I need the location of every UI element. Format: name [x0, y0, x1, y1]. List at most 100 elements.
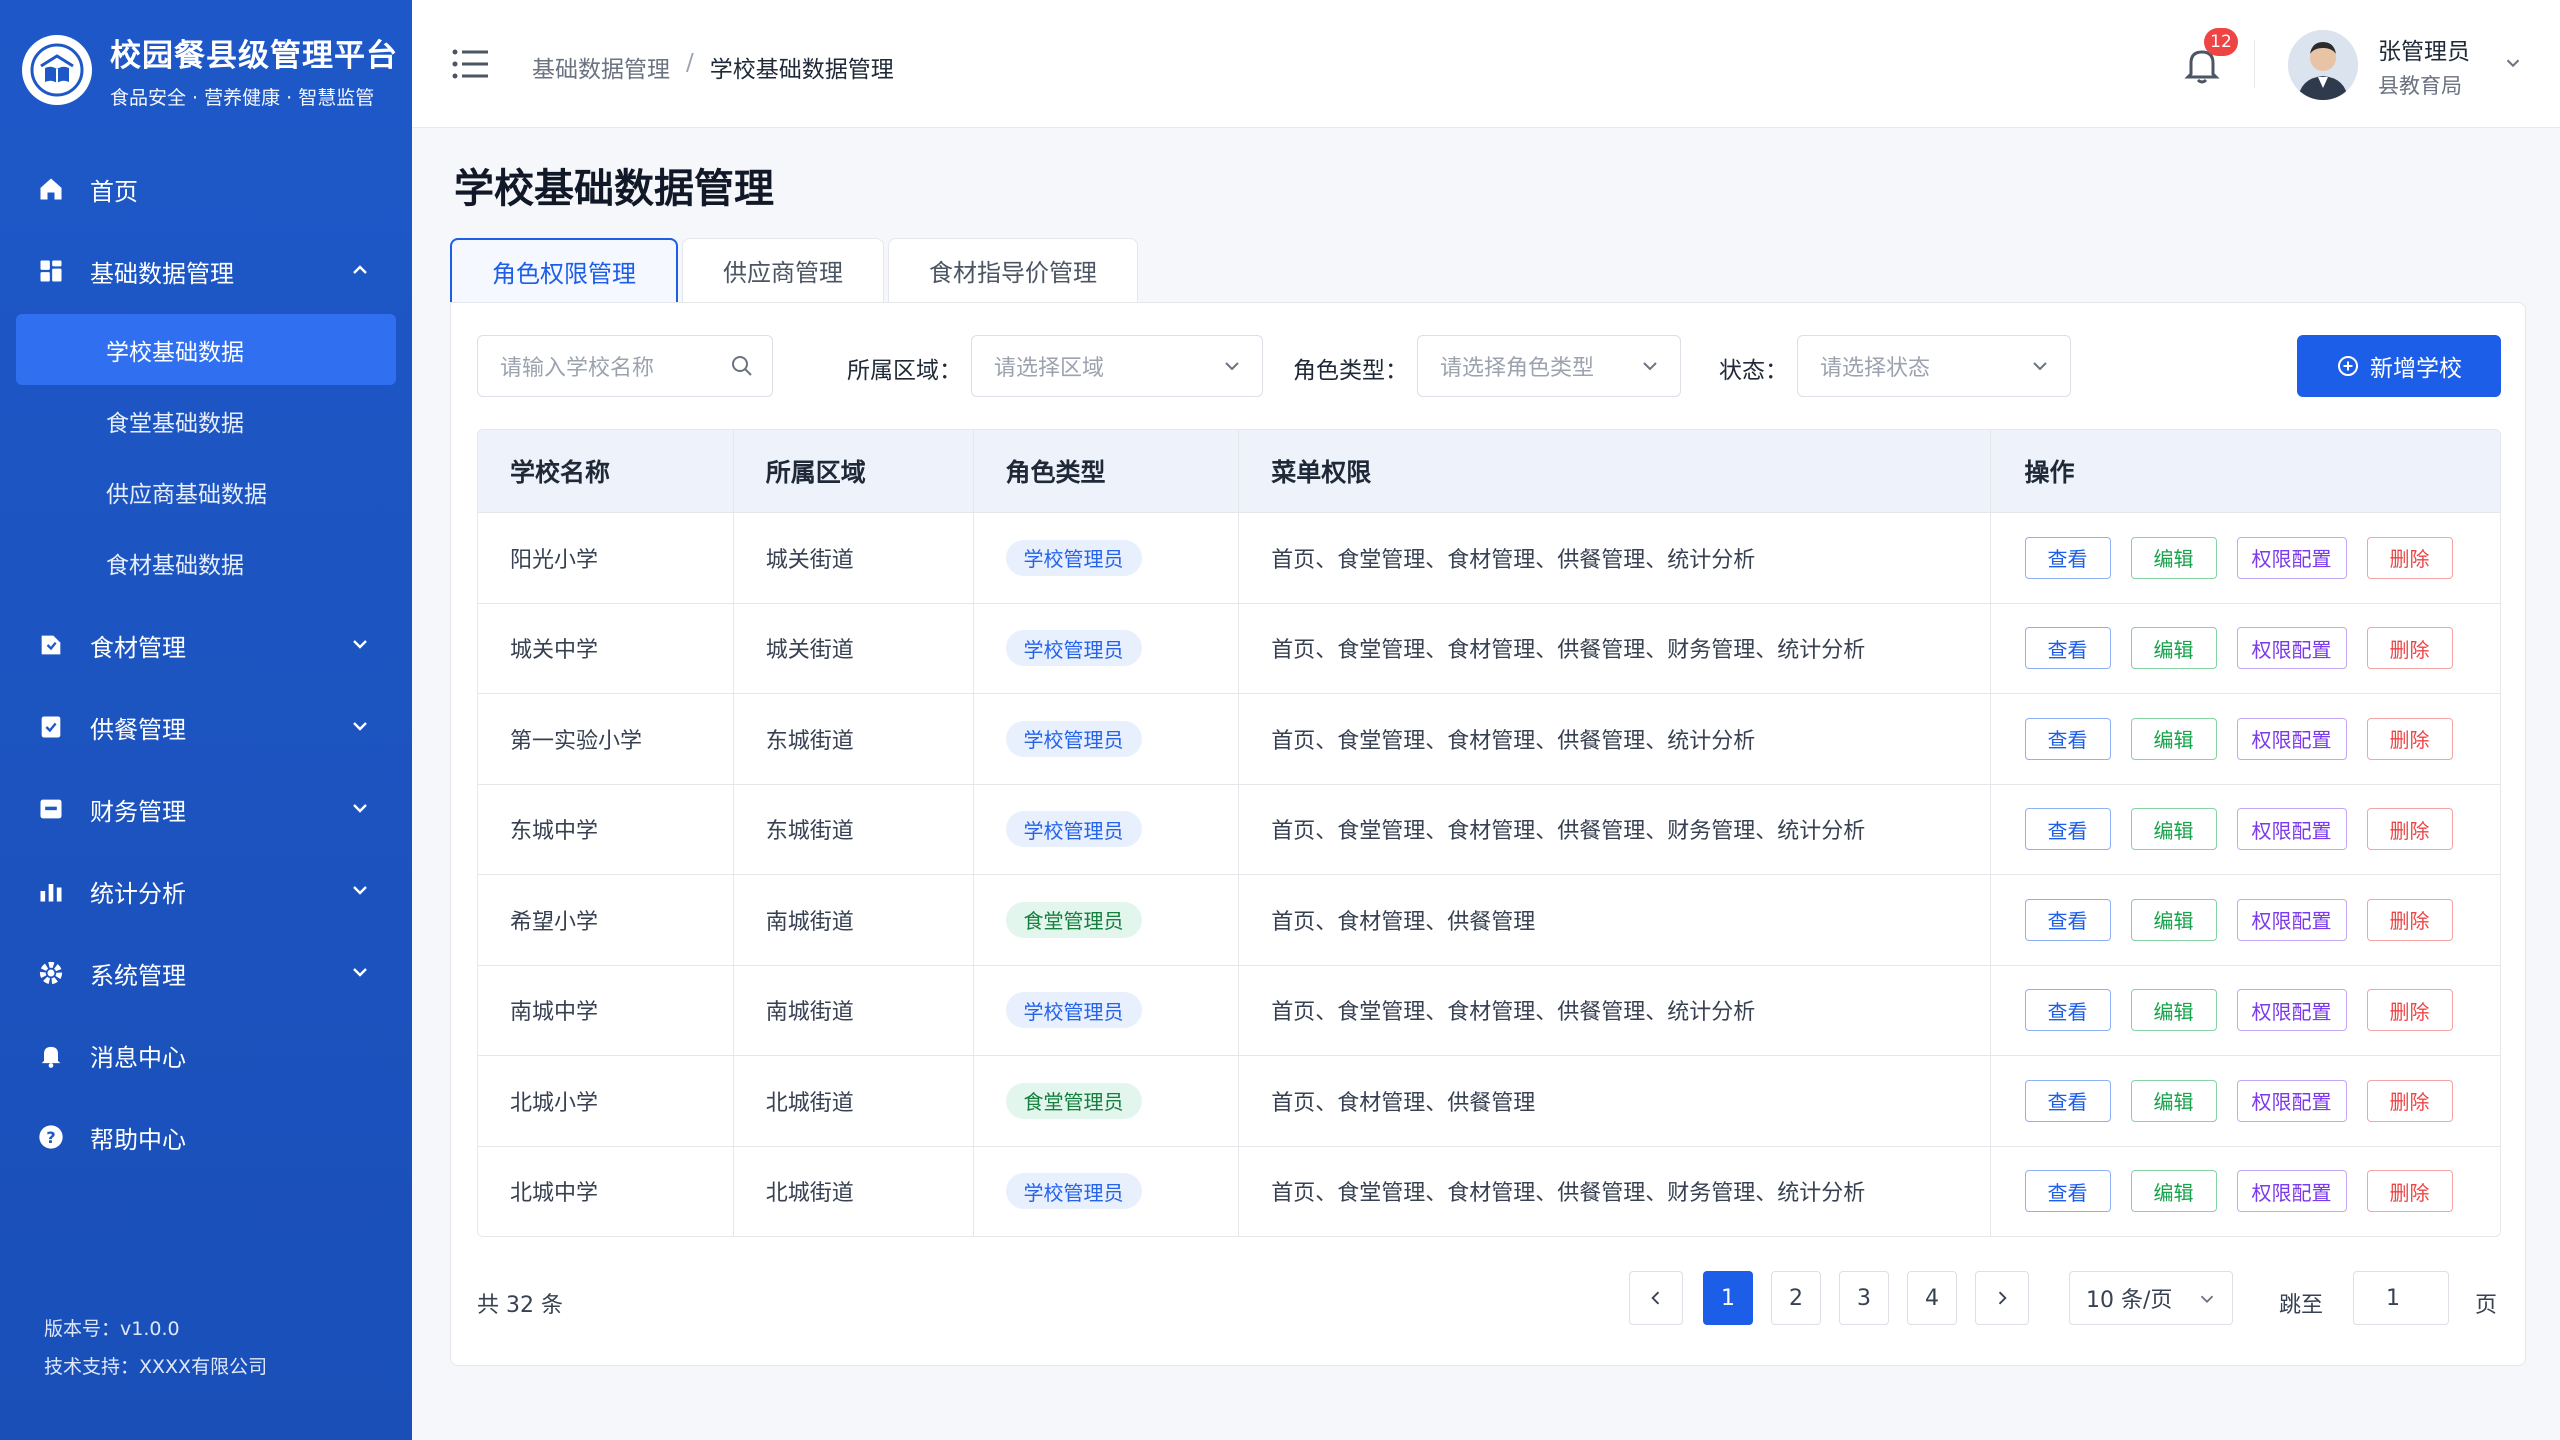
permission-config-button[interactable]: 权限配置	[2236, 717, 2347, 760]
edit-button[interactable]: 编辑	[2130, 1079, 2217, 1122]
cell-actions: 查看 编辑 权限配置 删除	[1991, 1056, 2500, 1146]
cell-region: 城关街道	[734, 603, 974, 693]
sidebar-item-finance-mgmt[interactable]: 财务管理	[0, 768, 412, 850]
edit-button[interactable]: 编辑	[2130, 627, 2217, 670]
permission-config-button[interactable]: 权限配置	[2236, 808, 2347, 851]
jump-page-input[interactable]: 1	[2353, 1271, 2449, 1325]
column-header-name: 学校名称	[478, 430, 734, 512]
user-menu-chevron-down-icon[interactable]	[2502, 52, 2524, 74]
page-button-1[interactable]: 1	[1703, 1271, 1753, 1325]
column-header-region: 所属区域	[734, 430, 974, 512]
status-select[interactable]: 请选择状态	[1797, 335, 2071, 397]
page-button-4[interactable]: 4	[1907, 1271, 1957, 1325]
sidebar-subitem-ingredient[interactable]: 食材基础数据	[16, 527, 396, 598]
permission-config-button[interactable]: 权限配置	[2236, 1079, 2347, 1122]
edit-button[interactable]: 编辑	[2130, 1170, 2217, 1213]
view-button[interactable]: 查看	[2024, 536, 2111, 579]
search-icon[interactable]	[730, 354, 754, 378]
page-size-select[interactable]: 10 条/页	[2069, 1271, 2233, 1325]
sidebar-item-messages[interactable]: 消息中心	[0, 1014, 412, 1096]
view-button[interactable]: 查看	[2024, 1170, 2111, 1213]
menu-toggle-icon[interactable]	[452, 48, 488, 80]
sidebar-item-label: 首页	[90, 177, 138, 206]
permission-config-button[interactable]: 权限配置	[2236, 1170, 2347, 1213]
tab-role-permission[interactable]: 角色权限管理	[450, 238, 678, 302]
tab-ingredient-price[interactable]: 食材指导价管理	[888, 238, 1138, 302]
chevron-down-icon	[2200, 1295, 2214, 1304]
sidebar-footer: 版本号：v1.0.0 技术支持：XXXX有限公司	[44, 1310, 267, 1386]
cell-role: 学校管理员	[974, 603, 1240, 693]
view-button[interactable]: 查看	[2024, 808, 2111, 851]
delete-button[interactable]: 删除	[2366, 536, 2453, 579]
edit-button[interactable]: 编辑	[2130, 717, 2217, 760]
permission-config-button[interactable]: 权限配置	[2236, 627, 2347, 670]
avatar[interactable]	[2288, 30, 2358, 100]
role-tag: 食堂管理员	[1005, 901, 1142, 938]
edit-button[interactable]: 编辑	[2130, 808, 2217, 851]
edit-button[interactable]: 编辑	[2130, 989, 2217, 1032]
delete-button[interactable]: 删除	[2366, 1170, 2453, 1213]
tab-supplier[interactable]: 供应商管理	[682, 238, 884, 302]
cell-actions: 查看 编辑 权限配置 删除	[1991, 1147, 2500, 1237]
sidebar-subitem-supplier[interactable]: 供应商基础数据	[16, 456, 396, 527]
cell-school-name: 第一实验小学	[478, 694, 734, 784]
cell-menu-permissions: 首页、食材管理、供餐管理	[1239, 1056, 1991, 1146]
role-tag: 食堂管理员	[1005, 1082, 1142, 1119]
role-tag: 学校管理员	[1005, 1173, 1142, 1210]
sidebar-item-home[interactable]: 首页	[0, 148, 412, 230]
sidebar-item-label: 系统管理	[90, 961, 186, 990]
cell-region: 北城街道	[734, 1146, 974, 1236]
add-school-button[interactable]: 新增学校	[2297, 335, 2501, 397]
column-header-menu: 菜单权限	[1239, 430, 1991, 512]
sidebar-item-system[interactable]: 系统管理	[0, 932, 412, 1014]
sidebar-subnav: 学校基础数据 食堂基础数据 供应商基础数据 食材基础数据	[0, 312, 412, 604]
permission-config-button[interactable]: 权限配置	[2236, 989, 2347, 1032]
view-button[interactable]: 查看	[2024, 989, 2111, 1032]
permission-config-button[interactable]: 权限配置	[2236, 536, 2347, 579]
page-button-3[interactable]: 3	[1839, 1271, 1889, 1325]
role-type-select[interactable]: 请选择角色类型	[1417, 335, 1681, 397]
sidebar-item-basic-data[interactable]: 基础数据管理	[0, 230, 412, 312]
sidebar-subitem-school[interactable]: 学校基础数据	[16, 314, 396, 385]
view-button[interactable]: 查看	[2024, 898, 2111, 941]
breadcrumb-parent[interactable]: 基础数据管理	[532, 50, 670, 84]
cell-actions: 查看 编辑 权限配置 删除	[1991, 513, 2500, 603]
school-search-input[interactable]: 请输入学校名称	[477, 335, 773, 397]
delete-button[interactable]: 删除	[2366, 717, 2453, 760]
region-select[interactable]: 请选择区域	[971, 335, 1263, 397]
edit-button[interactable]: 编辑	[2130, 898, 2217, 941]
school-logo-icon	[22, 35, 92, 105]
delete-button[interactable]: 删除	[2366, 989, 2453, 1032]
delete-button[interactable]: 删除	[2366, 808, 2453, 851]
cell-menu-permissions: 首页、食堂管理、食材管理、供餐管理、统计分析	[1239, 513, 1991, 603]
view-button[interactable]: 查看	[2024, 627, 2111, 670]
cell-school-name: 阳光小学	[478, 513, 734, 603]
sidebar-item-statistics[interactable]: 统计分析	[0, 850, 412, 932]
brand: 校园餐县级管理平台 食品安全 · 营养健康 · 智慧监管	[22, 30, 398, 110]
view-button[interactable]: 查看	[2024, 717, 2111, 760]
next-page-button[interactable]	[1975, 1271, 2029, 1325]
page-size-value: 10 条/页	[2086, 1288, 2173, 1313]
permission-config-button[interactable]: 权限配置	[2236, 898, 2347, 941]
header-divider	[2254, 40, 2255, 88]
sidebar-item-ingredient-mgmt[interactable]: 食材管理	[0, 604, 412, 686]
sidebar-subitem-canteen[interactable]: 食堂基础数据	[16, 385, 396, 456]
role-tag: 学校管理员	[1005, 720, 1142, 757]
edit-button[interactable]: 编辑	[2130, 536, 2217, 579]
delete-button[interactable]: 删除	[2366, 898, 2453, 941]
chart-icon	[36, 876, 66, 906]
sidebar-item-help[interactable]: ? 帮助中心	[0, 1096, 412, 1178]
table-row: 南城中学 南城街道 学校管理员 首页、食堂管理、食材管理、供餐管理、统计分析 查看 编辑权…	[478, 964, 2500, 1055]
cell-role: 食堂管理员	[974, 875, 1240, 965]
prev-page-button[interactable]	[1629, 1271, 1683, 1325]
sidebar-item-label: 财务管理	[90, 797, 186, 826]
chevron-down-icon	[353, 804, 367, 813]
region-label: 所属区域：	[847, 358, 962, 384]
view-button[interactable]: 查看	[2024, 1079, 2111, 1122]
sidebar-item-meal-mgmt[interactable]: 供餐管理	[0, 686, 412, 768]
chevron-down-icon	[1225, 362, 1239, 371]
delete-button[interactable]: 删除	[2366, 1079, 2453, 1122]
role-tag: 学校管理员	[1005, 630, 1142, 667]
delete-button[interactable]: 删除	[2366, 627, 2453, 670]
page-button-2[interactable]: 2	[1771, 1271, 1821, 1325]
